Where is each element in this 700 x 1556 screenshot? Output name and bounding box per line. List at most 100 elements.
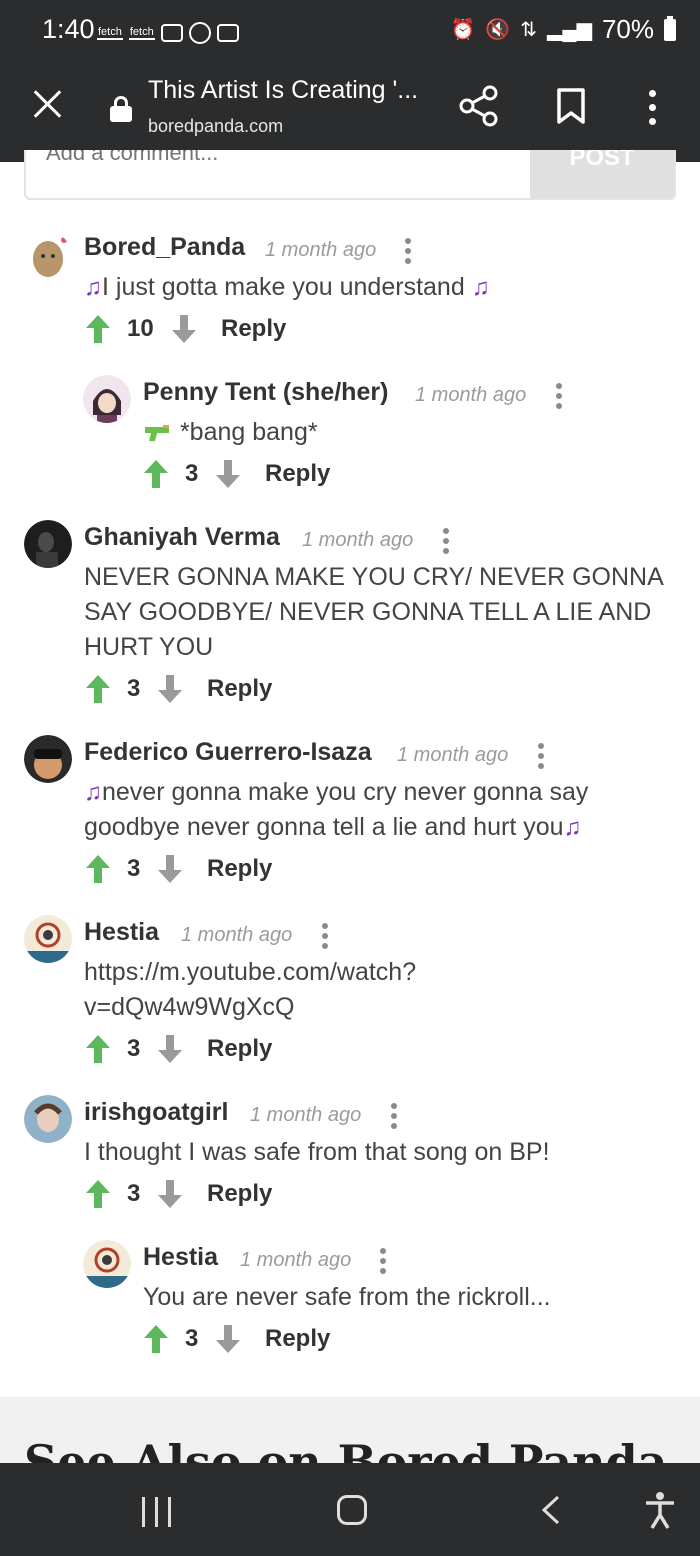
more-vert-icon[interactable] (390, 1103, 398, 1131)
vote-count: 3 (185, 460, 199, 487)
accessibility-icon[interactable] (644, 1491, 676, 1529)
comment-author[interactable]: Bored_Panda (84, 233, 245, 262)
comment-text: *bang bang* (143, 415, 663, 450)
notification-icons: fetch fetch (97, 22, 239, 44)
alarm-icon: ⏰ (450, 19, 476, 41)
comment-actions: 3 Reply (144, 1325, 364, 1355)
lock-icon[interactable] (110, 96, 132, 122)
battery-icon (664, 15, 676, 41)
downvote-icon[interactable] (216, 460, 240, 488)
vote-count: 3 (127, 675, 141, 702)
post-button[interactable]: POST (530, 150, 674, 198)
system-icons: ⏰ 🔇 ⇅ ▂▄▆ 70% (450, 14, 676, 45)
bookmark-icon[interactable] (557, 88, 585, 124)
avatar[interactable] (24, 1095, 72, 1143)
comment-form: POST (24, 150, 676, 200)
reply-button[interactable]: Reply (265, 1325, 330, 1353)
avatar[interactable] (24, 915, 72, 963)
battery-percent: 70% (601, 14, 654, 44)
reply-button[interactable]: Reply (207, 1180, 272, 1208)
back-icon[interactable] (540, 1495, 562, 1525)
vote-count: 3 (127, 1180, 141, 1207)
comment-author[interactable]: Hestia (84, 918, 159, 947)
comment-text: ♫I just gotta make you understand ♫ (84, 273, 490, 301)
comment-link-line[interactable]: https://m.youtube.com/watch? (84, 955, 664, 990)
more-vert-icon[interactable] (442, 528, 450, 556)
avatar[interactable] (24, 232, 72, 280)
comment-actions: 3 Reply (86, 675, 306, 705)
vote-count: 3 (127, 855, 141, 882)
fetch-icon: fetch (128, 26, 155, 40)
music-note-icon: ♫ (471, 274, 490, 301)
comment-actions: 3 Reply (144, 460, 364, 490)
browser-toolbar: This Artist Is Creating '... boredpanda.… (0, 64, 700, 162)
signal-icon: ▂▄▆ (547, 19, 592, 41)
comment-time[interactable]: 1 month ago (415, 384, 526, 407)
status-bar: 1:40 fetch fetch ⏰ 🔇 ⇅ ▂▄▆ 70% (0, 0, 700, 64)
upvote-icon[interactable] (144, 460, 168, 488)
more-vert-icon[interactable] (321, 923, 329, 951)
downvote-icon[interactable] (158, 855, 182, 883)
comment-text: I thought I was safe from that song on B… (84, 1138, 550, 1166)
status-time: 1:40 (42, 14, 95, 44)
comment-author[interactable]: Penny Tent (she/her) (143, 378, 388, 407)
comment-time[interactable]: 1 month ago (181, 924, 292, 947)
music-note-icon: ♫ (563, 814, 582, 841)
at-icon (188, 22, 211, 44)
vote-count: 3 (185, 1325, 199, 1352)
downvote-icon[interactable] (158, 675, 182, 703)
comment-text[interactable]: https://m.youtube.com/watch? v=dQw4w9WgX… (84, 955, 664, 1025)
upvote-icon[interactable] (86, 855, 110, 883)
avatar[interactable] (24, 735, 72, 783)
music-note-icon: ♫ (84, 779, 102, 806)
parking-icon (160, 24, 183, 42)
comment-actions: 3 Reply (86, 855, 306, 885)
reply-button[interactable]: Reply (207, 675, 272, 703)
fetch-icon: fetch (97, 26, 123, 40)
comment-actions: 10 Reply (86, 315, 306, 345)
system-nav-bar (0, 1463, 700, 1556)
home-icon[interactable] (337, 1495, 367, 1525)
downvote-icon[interactable] (158, 1180, 182, 1208)
comment-time[interactable]: 1 month ago (397, 744, 508, 767)
share-icon[interactable] (458, 84, 500, 128)
avatar[interactable] (24, 520, 72, 568)
more-vert-icon[interactable] (555, 383, 563, 411)
comment-input[interactable] (46, 150, 526, 166)
comment-text: NEVER GONNA MAKE YOU CRY/ NEVER GONNA SA… (84, 563, 663, 661)
downvote-icon[interactable] (172, 315, 196, 343)
more-vert-icon[interactable] (404, 238, 412, 266)
downvote-icon[interactable] (158, 1035, 182, 1063)
comment-time[interactable]: 1 month ago (265, 239, 376, 262)
comment-author[interactable]: Hestia (143, 1243, 218, 1272)
upvote-icon[interactable] (86, 1035, 110, 1063)
reply-button[interactable]: Reply (207, 855, 272, 883)
avatar[interactable] (83, 1240, 131, 1288)
comment-time[interactable]: 1 month ago (250, 1104, 361, 1127)
comment-author[interactable]: irishgoatgirl (84, 1098, 228, 1127)
comment-link-line[interactable]: v=dQw4w9WgXcQ (84, 990, 664, 1025)
more-vert-icon[interactable] (537, 743, 545, 771)
close-icon[interactable] (28, 84, 66, 122)
recents-icon[interactable] (142, 1497, 172, 1527)
water-pistol-icon (145, 425, 169, 442)
downvote-icon[interactable] (216, 1325, 240, 1353)
comment-actions: 3 Reply (86, 1180, 306, 1210)
comment-author[interactable]: Ghaniyah Verma (84, 523, 280, 552)
more-vert-icon[interactable] (646, 90, 660, 126)
comment-time[interactable]: 1 month ago (302, 529, 413, 552)
comment-time[interactable]: 1 month ago (240, 1249, 351, 1272)
page-title[interactable]: This Artist Is Creating '... (148, 76, 418, 105)
reply-button[interactable]: Reply (265, 460, 330, 488)
upvote-icon[interactable] (86, 315, 110, 343)
upvote-icon[interactable] (86, 675, 110, 703)
upvote-icon[interactable] (144, 1325, 168, 1353)
upvote-icon[interactable] (86, 1180, 110, 1208)
more-vert-icon[interactable] (379, 1248, 387, 1276)
page-url[interactable]: boredpanda.com (148, 116, 283, 137)
reply-button[interactable]: Reply (207, 1035, 272, 1063)
reply-button[interactable]: Reply (221, 315, 286, 343)
comment-author[interactable]: Federico Guerrero-Isaza (84, 738, 372, 767)
data-icon: ⇅ (520, 19, 538, 41)
avatar[interactable] (83, 375, 131, 423)
